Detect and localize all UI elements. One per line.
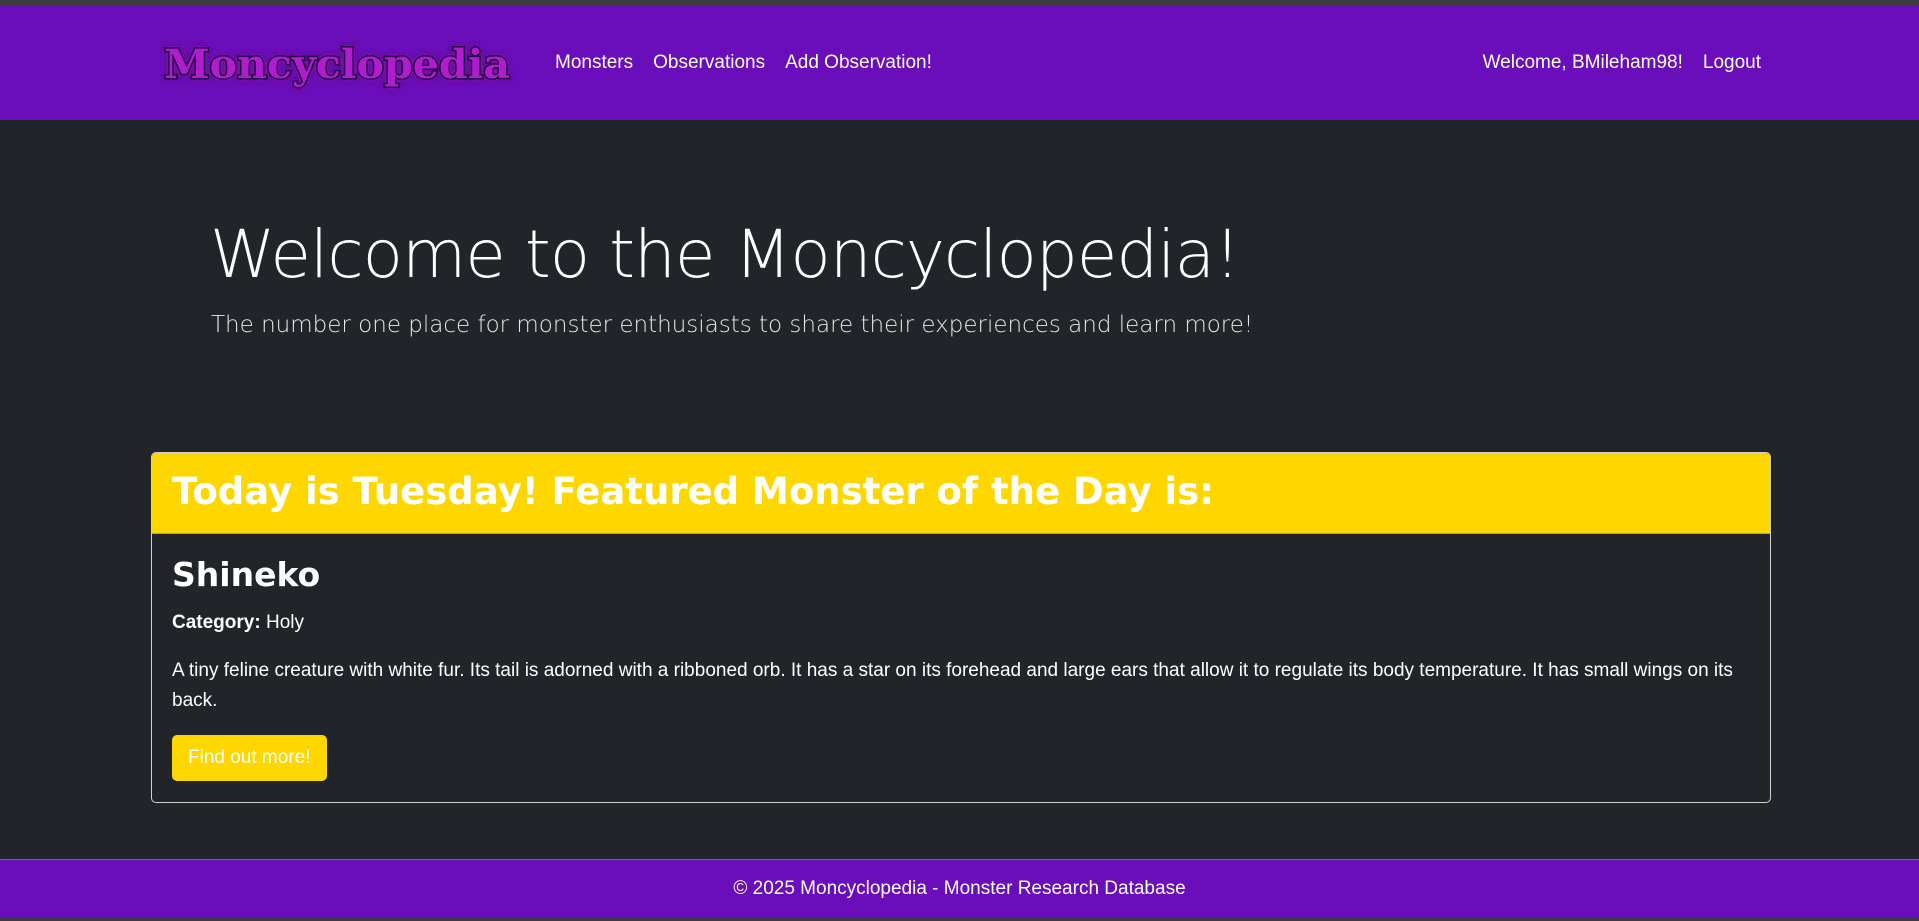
logo-image: Moncyclopedia [163,40,512,90]
nav-link-add-observation[interactable]: Add Observation! [785,52,932,74]
bottom-border [0,917,1919,921]
brand-logo[interactable]: Moncyclopedia [160,32,516,96]
footer-text: © 2025 Moncyclopedia - Monster Research … [733,878,1186,899]
nav-link-monsters[interactable]: Monsters [555,52,633,74]
category-value: Holy [265,612,304,633]
monster-description: A tiny feline creature with white fur. I… [172,660,1733,711]
hero-title: Welcome to the Moncyclopedia! [210,216,1241,293]
hero-subtitle: The number one place for monster enthusi… [211,312,1254,338]
featured-monster-card: Today is Tuesday! Featured Monster of th… [151,452,1771,803]
card-header-title: Today is Tuesday! Featured Monster of th… [172,470,1214,513]
category-label: Category: [172,612,261,633]
welcome-user-link[interactable]: Welcome, BMileham98! [1483,52,1683,74]
find-out-more-button[interactable]: Find out more! [172,735,327,781]
nav-user-area: Welcome, BMileham98! Logout [1483,6,1761,120]
monster-name: Shineko [172,555,321,594]
nav-links: Monsters Observations Add Observation! [555,6,932,120]
logout-link[interactable]: Logout [1703,52,1761,74]
monster-category: Category: Holy [172,608,304,638]
card-header: Today is Tuesday! Featured Monster of th… [152,453,1770,534]
svg-text:Moncyclopedia: Moncyclopedia [164,41,510,88]
nav-link-observations[interactable]: Observations [653,52,765,74]
navbar: Moncyclopedia Monsters Observations Add … [0,6,1919,120]
footer: © 2025 Moncyclopedia - Monster Research … [0,859,1919,918]
page: Moncyclopedia Monsters Observations Add … [0,0,1919,921]
